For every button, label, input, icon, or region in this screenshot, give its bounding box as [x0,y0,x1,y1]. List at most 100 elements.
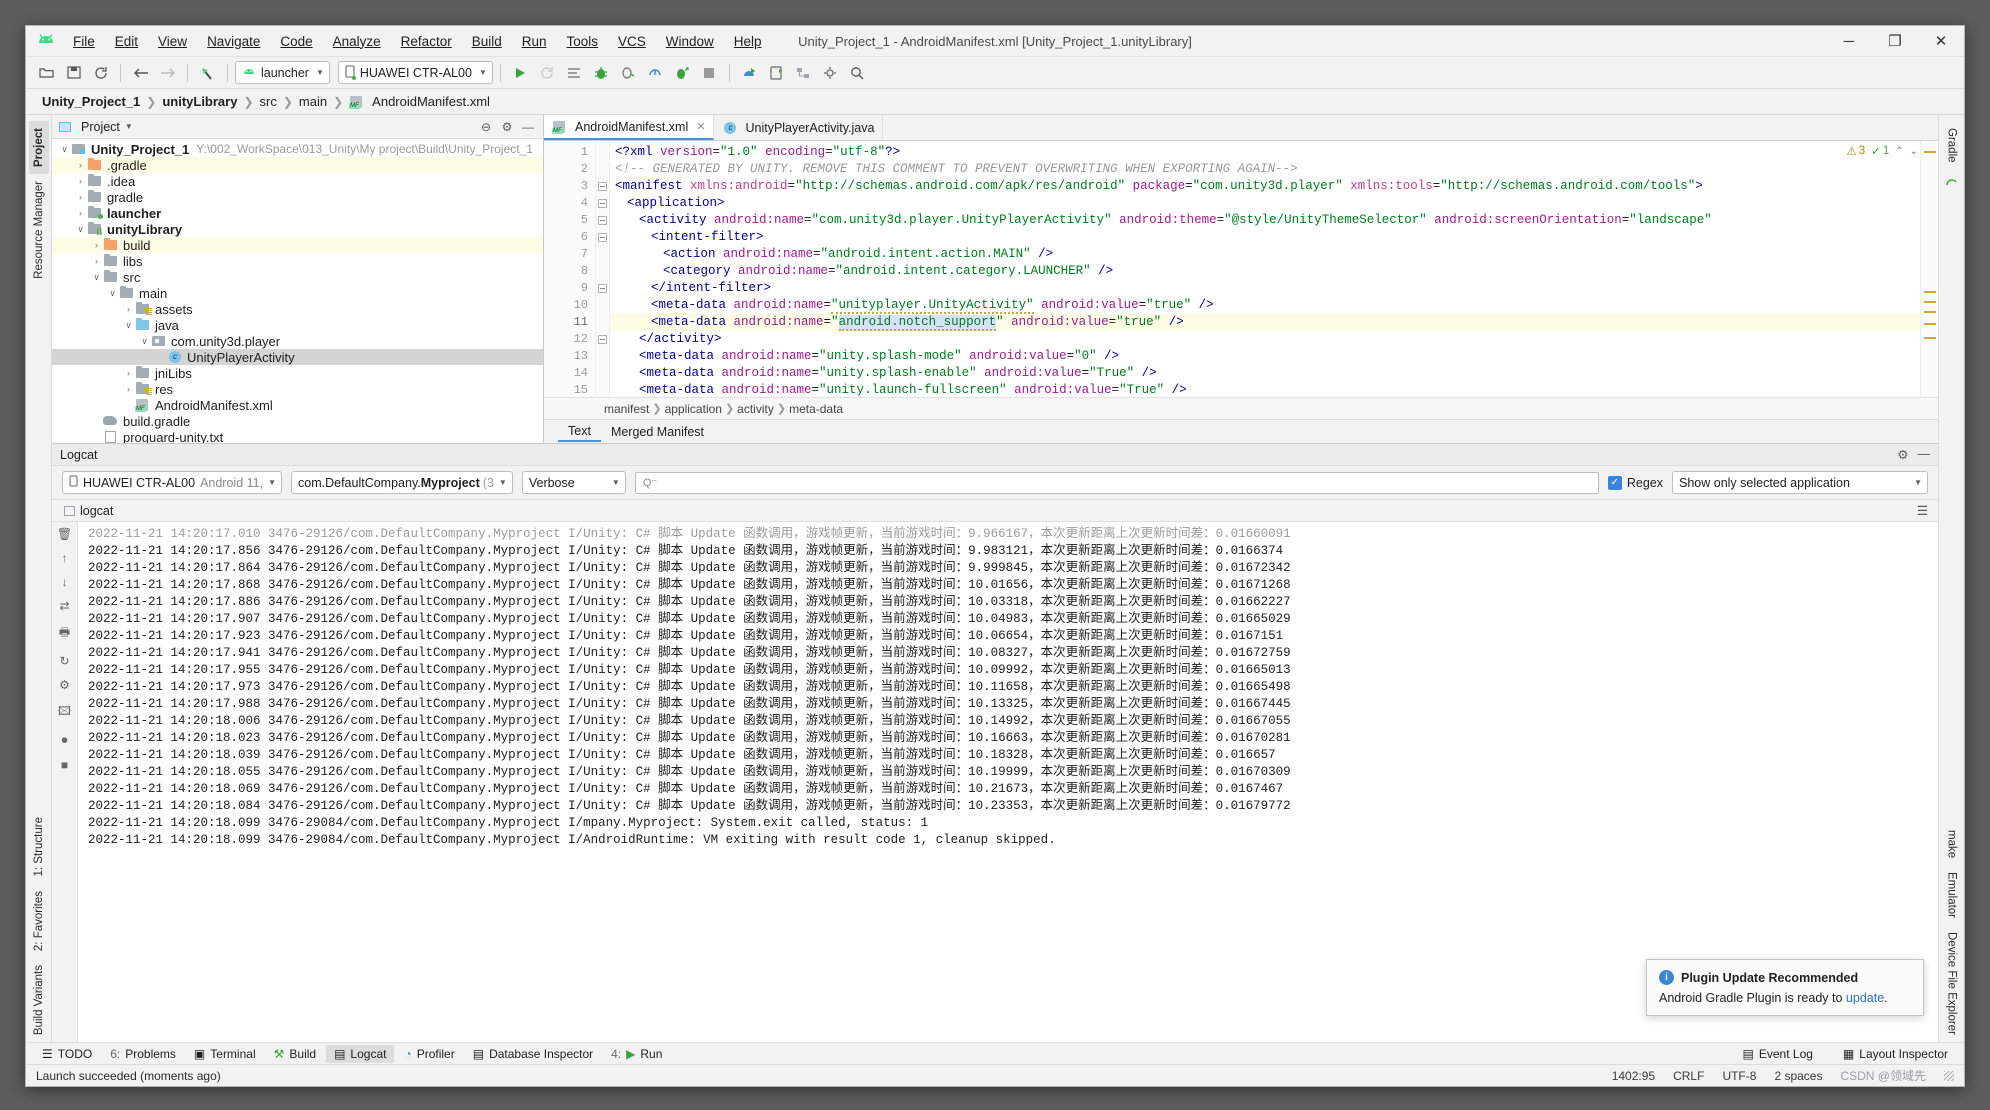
tree-item-src[interactable]: ∨ src [52,269,543,285]
tool-window-todo[interactable]: ☰ TODO [34,1045,100,1063]
code-line[interactable]: <meta-data android:name="unity.splash-en… [610,365,1938,382]
device-selector[interactable]: HUAWEI CTR-AL00 ▼ [337,61,493,84]
fold-toggle-icon[interactable] [596,331,609,348]
notification-popup[interactable]: i Plugin Update Recommended Android Grad… [1646,959,1924,1016]
forward-icon[interactable] [155,61,180,85]
logcat-line[interactable]: 2022-11-21 14:20:18.006 3476-29126/com.D… [88,713,1938,730]
open-folder-icon[interactable] [34,61,59,85]
close-button[interactable]: ✕ [1918,26,1964,56]
expand-arrow-icon[interactable]: ∨ [58,144,71,155]
hide-icon[interactable]: — [519,120,537,134]
breadcrumb-item-src[interactable]: src [256,94,281,109]
sdk-tools-icon[interactable] [818,61,843,85]
tool-window-build[interactable]: ⚒ Build [266,1045,324,1063]
menu-vcs[interactable]: VCS [609,31,655,52]
tool-window-database-inspector[interactable]: ▤ Database Inspector [465,1045,601,1063]
logcat-line[interactable]: 2022-11-21 14:20:17.955 3476-29126/com.D… [88,662,1938,679]
fold-toggle-icon[interactable] [596,229,609,246]
menu-file[interactable]: File [64,31,104,52]
code-line[interactable]: <action android:name="android.intent.act… [610,246,1938,263]
expand-arrow-icon[interactable]: › [74,160,87,170]
expand-arrow-icon[interactable]: › [90,256,103,266]
code-line[interactable]: <category android:name="android.intent.c… [610,263,1938,280]
inspection-marker-strip[interactable] [1920,141,1938,397]
tree-item-build[interactable]: › build [52,237,543,253]
expand-arrow-icon[interactable]: › [122,368,135,378]
record-icon[interactable]: ⏺ [61,733,67,748]
expand-arrow-icon[interactable]: › [74,192,87,202]
menu-analyze[interactable]: Analyze [324,31,390,52]
resize-grip[interactable] [1944,1070,1954,1081]
editor-tab-androidmanifest[interactable]: AndroidManifest.xml ✕ [544,115,715,140]
sdk-manager-icon[interactable] [737,61,762,85]
up-icon[interactable]: ↑ [62,551,68,565]
file-encoding[interactable]: UTF-8 [1722,1069,1756,1083]
tree-item-main[interactable]: ∨ main [52,285,543,301]
code-line[interactable]: <!-- GENERATED BY UNITY. REMOVE THIS COM… [610,161,1938,178]
menu-help[interactable]: Help [725,31,771,52]
editor-crumb-application[interactable]: application [665,402,722,416]
chevron-down-icon-inspect[interactable]: ⌄ [1910,146,1918,157]
save-all-icon[interactable] [61,61,86,85]
expand-arrow-icon[interactable]: ∨ [138,336,151,347]
logcat-line[interactable]: 2022-11-21 14:20:17.941 3476-29126/com.D… [88,645,1938,662]
sidebar-item-project[interactable]: Project [28,121,49,174]
expand-arrow-icon[interactable]: › [122,384,135,394]
tree-item-unitylibrary[interactable]: ∨ unityLibrary [52,221,543,237]
menu-tools[interactable]: Tools [558,31,608,52]
maximize-button[interactable]: ❐ [1872,26,1918,56]
collapse-all-icon[interactable]: ⊖ [477,120,495,134]
code-line[interactable]: </activity> [610,331,1938,348]
tree-item-proguard-unity-txt[interactable]: proguard-unity.txt [52,429,543,443]
chevron-up-icon[interactable]: ⌃ [1895,146,1903,157]
logcat-line[interactable]: 2022-11-21 14:20:17.856 3476-29126/com.D… [88,543,1938,560]
notification-update-link[interactable]: update [1846,991,1884,1005]
logcat-device-selector[interactable]: HUAWEI CTR-AL00 Android 11, ▼ [62,471,282,494]
fold-toggle-icon[interactable] [596,212,609,229]
code-line[interactable]: <activity android:name="com.unity3d.play… [610,212,1938,229]
project-tree[interactable]: ∨ Unity_Project_1 Y:\002_WorkSpace\013_Uni… [52,139,543,443]
logcat-line[interactable]: 2022-11-21 14:20:17.864 3476-29126/com.D… [88,560,1938,577]
sidebar-item-favorites[interactable]: 2: Favorites [29,884,49,958]
tree-item-androidmanifest-xml[interactable]: AndroidManifest.xml [52,397,543,413]
code-line[interactable]: <manifest xmlns:android="http://schemas.… [610,178,1938,195]
logcat-line[interactable]: 2022-11-21 14:20:18.099 3476-29084/com.D… [88,815,1938,832]
tree-item--gradle[interactable]: › .gradle [52,157,543,173]
inspection-summary[interactable]: ⚠ 3 ✓ 1 ⌃ ⌄ [1846,144,1918,158]
logcat-line[interactable]: 2022-11-21 14:20:17.923 3476-29126/com.D… [88,628,1938,645]
expand-arrow-icon[interactable]: ∨ [106,288,119,299]
tree-item-com-unity3d-player[interactable]: ∨ com.unity3d.player [52,333,543,349]
code-line[interactable]: <meta-data android:name="unity.splash-mo… [610,348,1938,365]
debug-icon[interactable] [589,61,614,85]
fold-toggle-icon[interactable] [596,178,609,195]
logcat-level-selector[interactable]: Verbose ▼ [521,471,626,494]
menu-code[interactable]: Code [271,31,321,52]
sidebar-item-device-file-explorer[interactable]: Device File Explorer [1942,925,1962,1042]
screenshot-icon[interactable]: 🖾 [58,702,71,723]
breadcrumb-item-project[interactable]: Unity_Project_1 [38,94,144,109]
logcat-line[interactable]: 2022-11-21 14:20:17.973 3476-29126/com.D… [88,679,1938,696]
code-content[interactable]: <?xml version="1.0" encoding="utf-8"?> <!… [610,141,1938,397]
tree-item--idea[interactable]: › .idea [52,173,543,189]
settings-icon-logcat[interactable]: ⚙ [1897,447,1908,462]
logcat-line[interactable]: 2022-11-21 14:20:18.084 3476-29126/com.D… [88,798,1938,815]
expand-arrow-icon[interactable]: ∨ [90,272,103,283]
tree-item-assets[interactable]: › assets [52,301,543,317]
fold-toggle-icon[interactable] [596,280,609,297]
code-editor[interactable]: 12345678910111213141516 <?xml version="1… [544,141,1938,397]
logcat-process-selector[interactable]: com.DefaultCompany. Myproject (3 ▼ [291,471,513,494]
logcat-line[interactable]: 2022-11-21 14:20:17.868 3476-29126/com.D… [88,577,1938,594]
code-line[interactable]: <meta-data android:name="unity.launch-fu… [610,382,1938,397]
clear-icon[interactable]: 🗑 [57,527,72,541]
logcat-subtab-label[interactable]: logcat [80,504,113,518]
breadcrumb-item-file[interactable]: AndroidManifest.xml [368,94,494,109]
regex-checkbox[interactable]: ✓ Regex [1607,475,1663,490]
project-panel-title[interactable]: Project [81,120,120,134]
tree-item-unity-project-1[interactable]: ∨ Unity_Project_1 Y:\002_WorkSpace\013_Uni… [52,141,543,157]
code-line[interactable]: <intent-filter> [610,229,1938,246]
sync-icon[interactable] [88,61,113,85]
tool-window-layout-inspector[interactable]: ▦ Layout Inspector [1835,1045,1956,1063]
expand-arrow-icon[interactable]: › [122,304,135,314]
stop-icon-rail[interactable]: ■ [61,758,68,772]
expand-arrow-icon[interactable]: ∨ [122,320,135,331]
